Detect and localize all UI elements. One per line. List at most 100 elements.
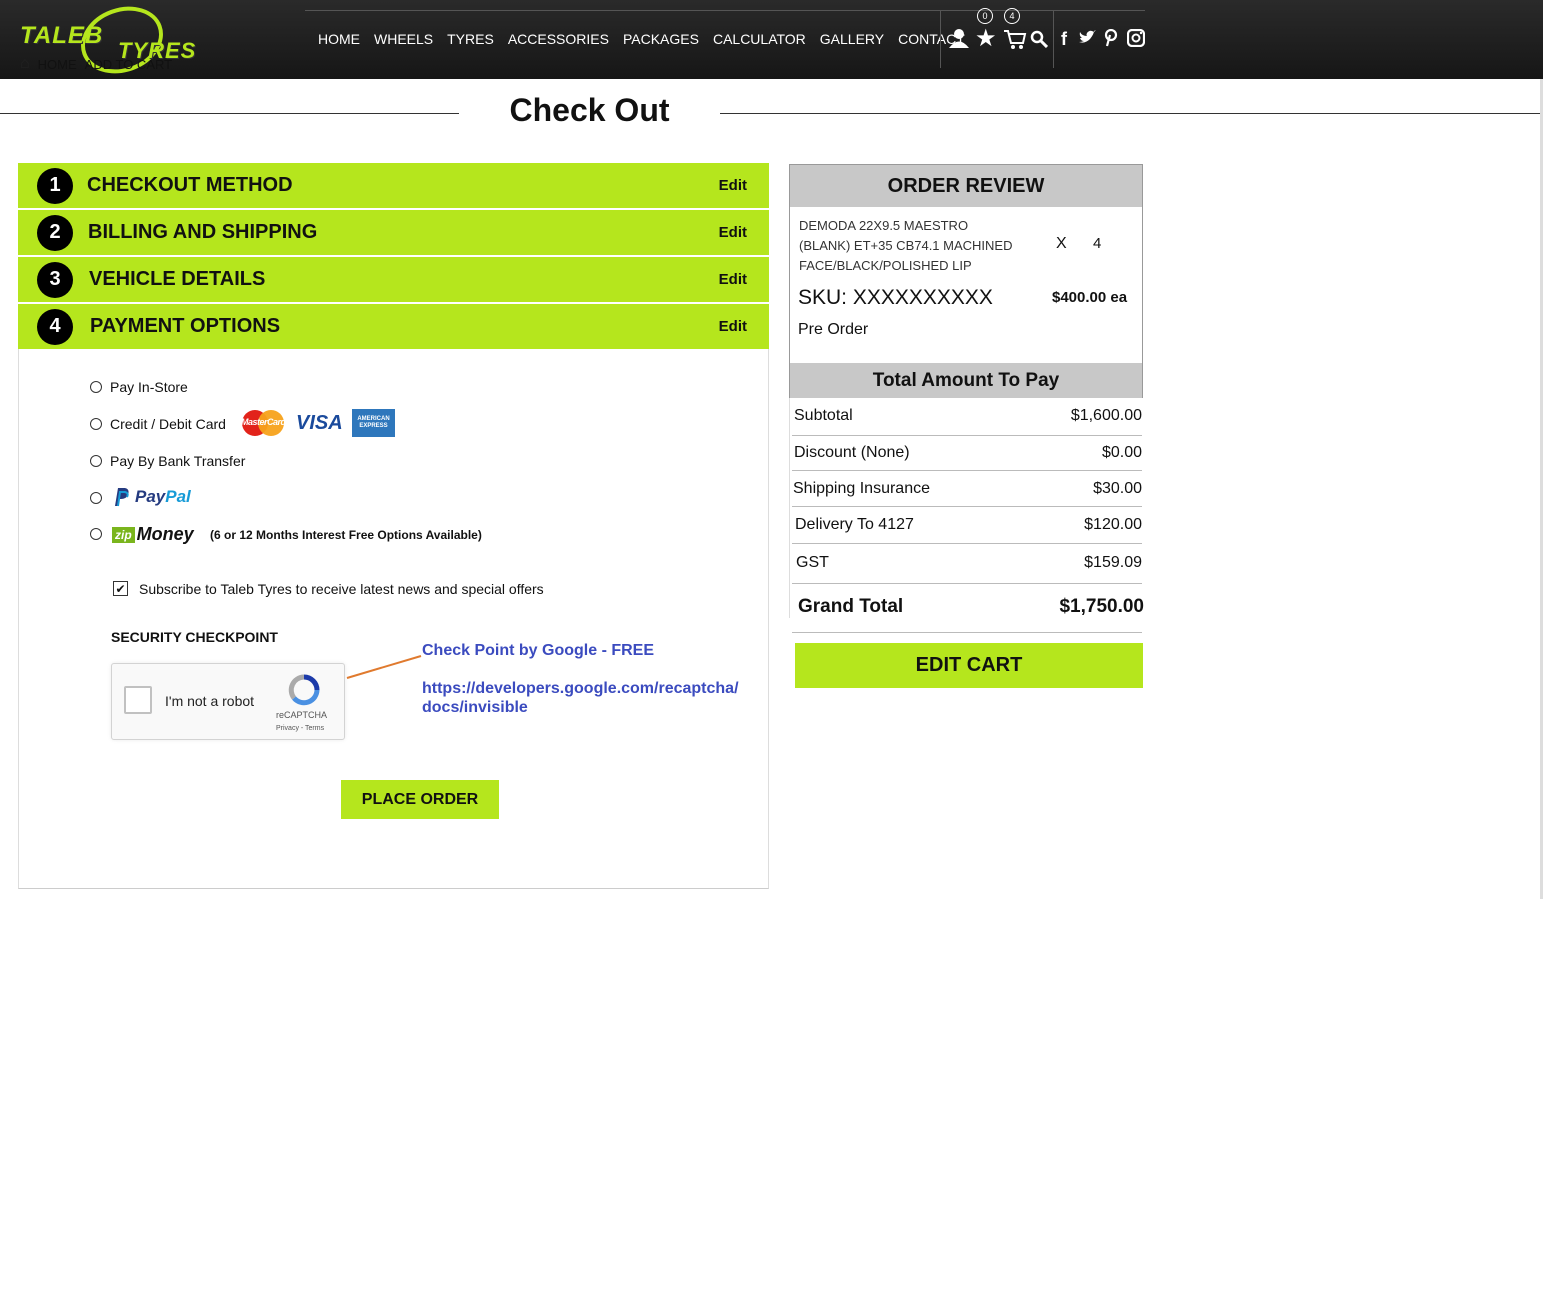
row-divider xyxy=(792,632,1142,633)
nav-wheels[interactable]: WHEELS xyxy=(374,31,433,47)
nav-packages[interactable]: PACKAGES xyxy=(623,31,699,47)
search-icon[interactable] xyxy=(1030,30,1049,54)
grand-total-value: $1,750.00 xyxy=(1059,596,1144,617)
grand-total-label: Grand Total xyxy=(798,596,904,617)
paypal-text-pal: Pal xyxy=(165,487,191,506)
annotation-line xyxy=(346,655,422,679)
logo-text-taleb: TALEB xyxy=(20,22,104,49)
step-edit-link[interactable]: Edit xyxy=(719,177,747,194)
nav-accessories[interactable]: ACCESSORIES xyxy=(508,31,609,47)
visa-logo: VISA xyxy=(296,412,343,434)
step-label: VEHICLE DETAILS xyxy=(89,268,266,290)
main-nav: HOME WHEELS TYRES ACCESSORIES PACKAGES C… xyxy=(318,31,965,47)
gst-row: GST $159.09 xyxy=(792,554,1142,572)
item-price: $400.00 ea xyxy=(1052,289,1128,306)
gst-label: GST xyxy=(796,554,829,571)
option-label-bank: Pay By Bank Transfer xyxy=(110,453,246,469)
subtotal-row: Subtotal $1,600.00 xyxy=(792,407,1142,425)
checkpoint-note-url-line1[interactable]: https://developers.google.com/recaptcha/ xyxy=(422,680,739,698)
paypal-p-icon xyxy=(115,488,129,507)
place-order-button[interactable]: PLACE ORDER xyxy=(341,780,499,819)
item-name-line: (BLANK) ET+35 CB74.1 MACHINED xyxy=(799,238,1013,253)
home-icon[interactable]: ⌂ xyxy=(20,55,30,73)
nav-gallery[interactable]: GALLERY xyxy=(820,31,884,47)
item-status: Pre Order xyxy=(798,321,869,338)
delivery-row: Delivery To 4127 $120.00 xyxy=(792,516,1142,534)
option-label-instore: Pay In-Store xyxy=(110,379,188,395)
discount-row: Discount (None) $0.00 xyxy=(792,444,1142,462)
radio-credit-card[interactable] xyxy=(90,418,102,430)
cart-count-badge: 4 xyxy=(1004,8,1020,24)
step-billing-shipping[interactable]: 2 BILLING AND SHIPPING Edit xyxy=(18,210,769,255)
breadcrumb-home[interactable]: HOME xyxy=(38,57,77,72)
nav-home[interactable]: HOME xyxy=(318,31,360,47)
radio-zipmoney[interactable] xyxy=(90,528,102,540)
shipping-value: $30.00 xyxy=(1093,480,1142,497)
pinterest-icon[interactable] xyxy=(1104,28,1118,52)
option-label-card: Credit / Debit Card xyxy=(110,416,226,432)
item-qty: 4 xyxy=(1093,235,1102,252)
subscribe-checkbox[interactable]: ✔ xyxy=(113,581,128,596)
page-title: Check Out xyxy=(509,92,670,128)
row-divider xyxy=(792,470,1142,471)
nav-divider xyxy=(940,10,941,68)
zipmoney-note: (6 or 12 Months Interest Free Options Av… xyxy=(210,528,482,542)
mastercard-text: MasterCard xyxy=(241,417,286,427)
step-edit-link[interactable]: Edit xyxy=(719,318,747,335)
twitter-icon[interactable] xyxy=(1078,29,1096,50)
discount-value: $0.00 xyxy=(1101,444,1142,461)
row-divider xyxy=(792,435,1142,436)
cart-icon[interactable] xyxy=(1003,28,1027,56)
step-label: BILLING AND SHIPPING xyxy=(88,221,318,243)
step-number: 3 xyxy=(37,261,73,298)
nav-divider xyxy=(1053,10,1054,68)
discount-label: Discount (None) xyxy=(794,444,910,461)
edit-cart-button[interactable]: EDIT CART xyxy=(795,643,1143,688)
account-icon[interactable] xyxy=(948,27,970,55)
grand-total-row: Grand Total $1,750.00 xyxy=(792,596,1144,618)
item-qty-x: X xyxy=(1056,235,1067,252)
nav-tyres[interactable]: TYRES xyxy=(447,31,494,47)
subtotal-label: Subtotal xyxy=(794,407,853,424)
title-rule-right xyxy=(720,113,1543,114)
nav-calculator[interactable]: CALCULATOR xyxy=(713,31,806,47)
paypal-text-pay: Pay xyxy=(135,487,166,506)
paypal-logo: Pay Pal xyxy=(112,487,191,507)
step-number: 1 xyxy=(37,167,73,204)
step-number: 2 xyxy=(37,214,73,251)
recaptcha-label: I'm not a robot xyxy=(165,693,255,709)
recaptcha-logo-icon xyxy=(288,674,320,706)
radio-pay-instore[interactable] xyxy=(90,381,102,393)
radio-paypal[interactable] xyxy=(90,492,102,504)
subscribe-label: Subscribe to Taleb Tyres to receive late… xyxy=(139,581,544,597)
recaptcha-checkbox[interactable] xyxy=(124,686,152,714)
security-heading: SECURITY CHECKPOINT xyxy=(111,629,278,645)
mastercard-logo: MasterCard xyxy=(239,409,287,437)
amex-logo: AMERICAN EXPRESS xyxy=(352,409,395,437)
step-payment-options[interactable]: 4 PAYMENT OPTIONS Edit xyxy=(18,304,769,349)
title-rule-left xyxy=(0,113,459,114)
radio-bank-transfer[interactable] xyxy=(90,455,102,467)
step-edit-link[interactable]: Edit xyxy=(719,271,747,288)
row-divider xyxy=(792,583,1142,584)
instagram-icon[interactable] xyxy=(1126,28,1146,52)
breadcrumb: ⌂ HOME ADD TO CART xyxy=(20,55,172,73)
delivery-label: Delivery To 4127 xyxy=(795,516,914,533)
facebook-icon[interactable]: f xyxy=(1061,29,1067,50)
zipmoney-logo: zip Money xyxy=(112,524,194,545)
recaptcha-links[interactable]: Privacy - Terms xyxy=(276,725,324,732)
order-review-heading: ORDER REVIEW xyxy=(790,165,1142,207)
recaptcha-widget: I'm not a robot reCAPTCHA Privacy - Term… xyxy=(111,663,345,740)
step-edit-link[interactable]: Edit xyxy=(719,224,747,241)
totals-heading: Total Amount To Pay xyxy=(790,363,1142,398)
checkpoint-note-title: Check Point by Google - FREE xyxy=(422,642,655,659)
checkpoint-note-url-line2[interactable]: docs/invisible xyxy=(422,699,528,717)
step-vehicle-details[interactable]: 3 VEHICLE DETAILS Edit xyxy=(18,257,769,302)
wishlist-star-icon[interactable]: ★ xyxy=(975,24,997,53)
row-divider xyxy=(792,506,1142,507)
item-name-line: DEMODA 22X9.5 MAESTRO xyxy=(799,218,969,233)
subtotal-value: $1,600.00 xyxy=(1070,407,1142,424)
zip-badge: zip xyxy=(112,526,135,543)
step-checkout-method[interactable]: 1 CHECKOUT METHOD Edit xyxy=(18,163,769,208)
wishlist-count-badge: 0 xyxy=(977,8,993,24)
